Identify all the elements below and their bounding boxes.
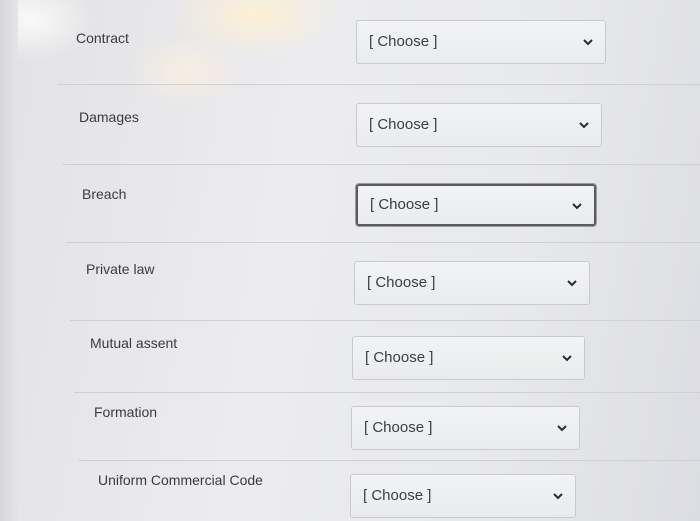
answer-select[interactable]: [ Choose ] <box>356 20 606 64</box>
term-label: Mutual assent <box>90 335 178 351</box>
row-divider <box>78 460 700 461</box>
select-value: [ Choose ] <box>369 33 438 50</box>
term-label: Contract <box>76 30 129 46</box>
row-divider <box>70 320 700 321</box>
answer-select[interactable]: [ Choose ] <box>356 184 596 226</box>
row-divider <box>66 242 700 243</box>
select-value: [ Choose ] <box>369 116 438 133</box>
row-divider <box>58 84 700 85</box>
select-value: [ Choose ] <box>364 419 433 436</box>
matching-question: Contract [ Choose ] Damages [ Choose ] B… <box>0 0 700 521</box>
term-label: Uniform Commercial Code <box>98 472 263 488</box>
chevron-down-icon <box>583 39 593 46</box>
term-label: Damages <box>79 109 139 125</box>
select-value: [ Choose ] <box>370 196 439 213</box>
select-value: [ Choose ] <box>367 274 436 291</box>
chevron-down-icon <box>567 280 577 287</box>
term-label: Breach <box>82 186 127 202</box>
term-label: Private law <box>86 261 155 277</box>
chevron-down-icon <box>553 493 563 500</box>
chevron-down-icon <box>572 203 582 210</box>
chevron-down-icon <box>557 425 567 432</box>
row-divider <box>74 392 700 393</box>
term-label: Formation <box>94 404 158 420</box>
answer-select[interactable]: [ Choose ] <box>350 474 576 518</box>
chevron-down-icon <box>562 355 572 362</box>
answer-select[interactable]: [ Choose ] <box>354 261 590 305</box>
select-value: [ Choose ] <box>363 487 432 504</box>
answer-select[interactable]: [ Choose ] <box>352 336 585 380</box>
select-value: [ Choose ] <box>365 349 434 366</box>
chevron-down-icon <box>579 122 589 129</box>
answer-select[interactable]: [ Choose ] <box>356 103 602 147</box>
row-divider <box>62 164 700 165</box>
answer-select[interactable]: [ Choose ] <box>351 406 580 450</box>
